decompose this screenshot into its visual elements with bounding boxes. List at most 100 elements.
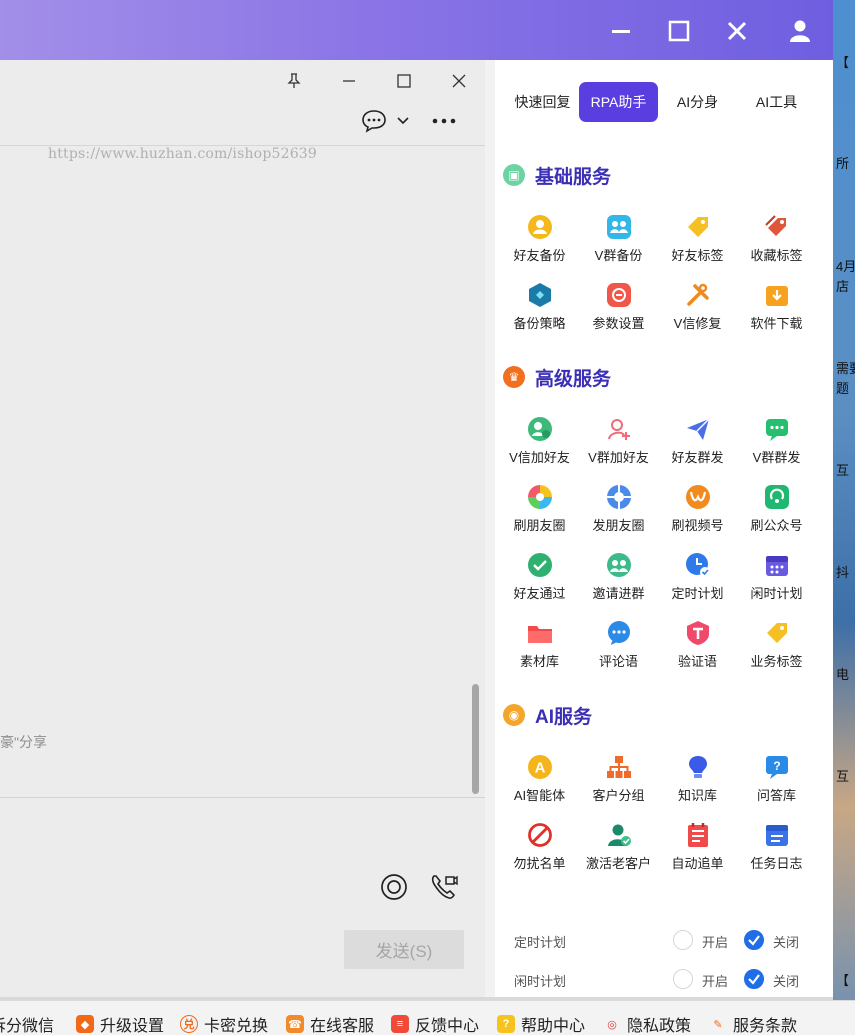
toolbar-item-label: 在线客服	[310, 1018, 375, 1035]
more-button[interactable]	[432, 112, 458, 130]
chat-info-button[interactable]	[361, 108, 411, 134]
pin-button[interactable]	[281, 68, 307, 94]
edge-text-fragment: 电	[836, 667, 850, 682]
radio-on[interactable]	[673, 969, 693, 989]
pin-icon	[287, 73, 301, 88]
tab-rpa-assistant[interactable]: RPA助手	[579, 82, 658, 122]
service-item[interactable]: 好友通过	[500, 546, 579, 614]
service-item[interactable]: V群加好友	[579, 410, 658, 478]
maximize-button[interactable]	[662, 14, 696, 48]
service-item[interactable]: V信修复	[658, 276, 737, 344]
service-item[interactable]: 备份策略	[500, 276, 579, 344]
service-item[interactable]: 刷视频号	[658, 478, 737, 546]
service-item[interactable]: 业务标签	[737, 614, 816, 682]
service-item[interactable]: 好友标签	[658, 208, 737, 276]
svg-text:A: A	[534, 760, 545, 777]
edge-text-fragment: 题	[836, 381, 850, 396]
business-tag-icon	[764, 620, 790, 646]
message-input[interactable]: 发送(S)	[0, 797, 485, 997]
qa-library-icon: ?	[764, 754, 790, 780]
toolbar-item[interactable]: ◎ 隐私政策	[603, 1012, 691, 1035]
message-list[interactable]	[0, 147, 485, 798]
scrollbar[interactable]	[472, 684, 479, 794]
upgrade-icon: ◆	[76, 1015, 94, 1033]
advanced-services-grid: V信加好友 V群加好友 好友群发 V群群发刷朋友圈 发朋友圈 刷视频号 刷公众号好友通过 邀请…	[500, 410, 820, 682]
service-item[interactable]: 客户分组	[579, 748, 658, 816]
close-button[interactable]	[720, 14, 754, 48]
service-item[interactable]: 闲时计划	[737, 546, 816, 614]
redeem-icon: 兑	[180, 1015, 198, 1033]
service-item[interactable]: 发朋友圈	[579, 478, 658, 546]
service-item-label: V信修复	[673, 316, 722, 331]
service-item[interactable]: 刷公众号	[737, 478, 816, 546]
service-item[interactable]: 验证语	[658, 614, 737, 682]
service-item[interactable]: 好友备份	[500, 208, 579, 276]
service-item[interactable]: V信加好友	[500, 410, 579, 478]
service-item-label: AI智能体	[513, 788, 566, 803]
radio-off[interactable]	[744, 969, 764, 989]
service-item-label: 激活老客户	[585, 856, 651, 871]
service-item-label: 知识库	[677, 788, 717, 803]
toolbar-item[interactable]: ≡ 反馈中心	[391, 1012, 479, 1035]
toolbar-item[interactable]: 兑卡密兑换	[180, 1012, 268, 1035]
toolbar-item-label: 隐私政策	[627, 1018, 692, 1035]
help-icon: ?	[497, 1015, 515, 1033]
tab-ai-tools[interactable]: AI工具	[737, 82, 816, 122]
service-item-label: 参数设置	[592, 316, 645, 331]
call-button[interactable]	[429, 872, 459, 902]
service-item[interactable]: A AI智能体	[500, 748, 579, 816]
service-item[interactable]: 勿扰名单	[500, 816, 579, 884]
service-item[interactable]: 软件下载	[737, 276, 816, 344]
customer-service-icon: ☎	[286, 1015, 304, 1033]
service-item[interactable]: 自动追单	[658, 816, 737, 884]
service-item[interactable]: 收藏标签	[737, 208, 816, 276]
service-item[interactable]: 好友群发	[658, 410, 737, 478]
tab-quick-reply[interactable]: 快速回复	[503, 82, 582, 122]
service-item[interactable]: 刷朋友圈	[500, 478, 579, 546]
check-icon	[748, 974, 760, 985]
service-item[interactable]: 知识库	[658, 748, 737, 816]
service-item-label: 定时计划	[671, 586, 724, 601]
service-item-label: V群群发	[752, 450, 801, 465]
group-add-friend-icon	[606, 416, 632, 442]
service-item-label: 刷视频号	[671, 518, 724, 533]
service-item[interactable]: 参数设置	[579, 276, 658, 344]
toolbar-item[interactable]: 拆分微信	[0, 1012, 54, 1035]
service-item[interactable]: V群备份	[579, 208, 658, 276]
chat-maximize-button[interactable]	[391, 68, 417, 94]
service-item-label: 客户分组	[592, 788, 645, 803]
ai-service-icon: ◉	[503, 704, 525, 726]
service-item[interactable]: 素材库	[500, 614, 579, 682]
service-item[interactable]: 评论语	[579, 614, 658, 682]
radio-on[interactable]	[673, 930, 693, 950]
toolbar-item[interactable]: ☎ 在线客服	[286, 1012, 374, 1035]
service-item[interactable]: 定时计划	[658, 546, 737, 614]
minimize-button[interactable]	[604, 14, 638, 48]
toolbar-item[interactable]: ◆ 升级设置	[76, 1012, 164, 1035]
voice-button[interactable]	[379, 872, 409, 902]
minimize-icon	[612, 30, 630, 33]
desktop-background-strip: 【所4月店需要题互抖电互【	[833, 0, 855, 1035]
more-icon	[432, 118, 456, 124]
feedback-icon: ≡	[391, 1015, 409, 1033]
tab-ai-clone[interactable]: AI分身	[658, 82, 737, 122]
toolbar-item[interactable]: ✎ 服务条款	[709, 1012, 797, 1035]
chat-minimize-button[interactable]	[336, 68, 362, 94]
service-item-label: 勿扰名单	[513, 856, 566, 871]
chat-close-button[interactable]	[446, 68, 472, 94]
toolbar-item[interactable]: ? 帮助中心	[497, 1012, 585, 1035]
software-download-icon	[764, 282, 790, 308]
terms-icon: ✎	[713, 1018, 723, 1031]
radio-off[interactable]	[744, 930, 764, 950]
send-button[interactable]: 发送(S)	[344, 930, 464, 969]
friend-approve-icon	[527, 552, 553, 578]
user-button[interactable]	[783, 14, 817, 48]
service-item[interactable]: ? 问答库	[737, 748, 816, 816]
service-item[interactable]: V群群发	[737, 410, 816, 478]
service-item[interactable]: 邀请进群	[579, 546, 658, 614]
friend-tag-icon	[685, 214, 711, 240]
maximize-icon	[668, 20, 690, 42]
service-item-label: 收藏标签	[750, 248, 803, 263]
service-item[interactable]: 激活老客户	[579, 816, 658, 884]
service-item[interactable]: 任务日志	[737, 816, 816, 884]
